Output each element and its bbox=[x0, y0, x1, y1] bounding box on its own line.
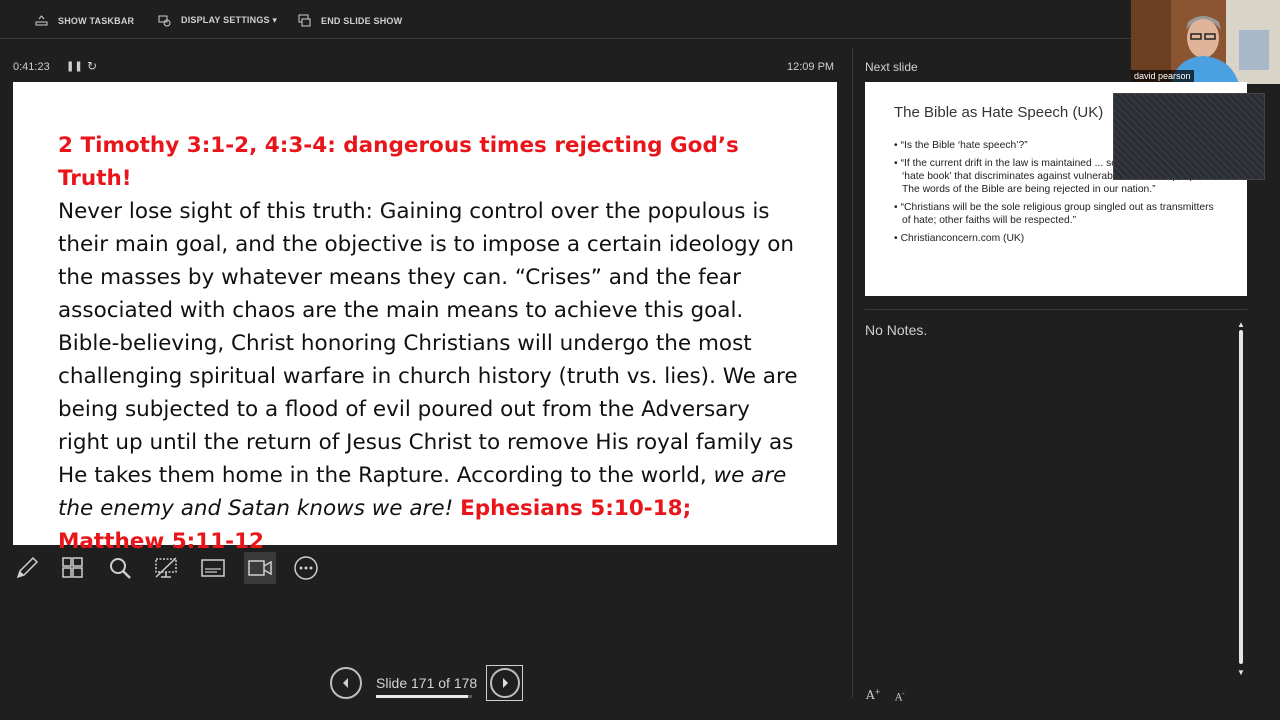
next-arrow-icon bbox=[502, 678, 508, 688]
end-show-icon bbox=[298, 14, 311, 27]
slide-progress-bar bbox=[376, 695, 472, 698]
restart-timer-icon[interactable]: ↻ bbox=[87, 59, 97, 73]
pause-timer-icon[interactable]: ❚❚ bbox=[66, 61, 83, 72]
current-slide[interactable]: 2 Timothy 3:1-2, 4:3-4: dangerous times … bbox=[13, 82, 837, 554]
taskbar-icon bbox=[35, 15, 48, 26]
next-slide-bullet: Christianconcern.com (UK) bbox=[894, 232, 1214, 245]
display-settings-label: DISPLAY SETTINGS ▾ bbox=[181, 15, 278, 25]
presenter-toolbar: SHOW TASKBAR DISPLAY SETTINGS ▾ END SLID… bbox=[0, 0, 1280, 39]
next-slide-bullet: “Christians will be the sole religious g… bbox=[894, 201, 1214, 227]
slide-heading: 2 Timothy 3:1-2, 4:3-4: dangerous times … bbox=[58, 133, 739, 191]
slide-counter[interactable]: Slide 171 of 178 bbox=[376, 675, 477, 691]
increase-font-icon[interactable]: A+ bbox=[866, 688, 881, 702]
next-slide-circle bbox=[489, 668, 520, 698]
show-taskbar-label: SHOW TASKBAR bbox=[58, 15, 135, 26]
clock: 12:09 PM bbox=[787, 61, 835, 73]
display-settings-button[interactable]: DISPLAY SETTINGS ▾ bbox=[158, 14, 277, 27]
end-slide-show-button[interactable]: END SLIDE SHOW bbox=[298, 14, 402, 27]
decrease-font-icon[interactable]: A- bbox=[895, 690, 905, 703]
next-slide-title: The Bible as Hate Speech (UK) bbox=[894, 104, 1104, 121]
see-all-slides-icon[interactable] bbox=[57, 552, 89, 584]
next-slide-label: Next slide bbox=[865, 60, 918, 74]
previous-arrow-icon bbox=[343, 678, 348, 688]
pen-icon[interactable] bbox=[11, 552, 43, 584]
show-taskbar-button[interactable]: SHOW TASKBAR bbox=[35, 14, 134, 27]
scroll-thumb[interactable] bbox=[1239, 330, 1243, 664]
slide-content: 2 Timothy 3:1-2, 4:3-4: dangerous times … bbox=[58, 129, 798, 558]
end-slide-show-label: END SLIDE SHOW bbox=[321, 15, 403, 26]
webcam-name-label: david pearson bbox=[1131, 70, 1194, 82]
scroll-down-icon[interactable]: ▼ bbox=[1237, 668, 1245, 677]
notes-separator bbox=[865, 309, 1247, 310]
display-settings-icon bbox=[158, 15, 171, 27]
elapsed-timer: 0:41:23 bbox=[13, 61, 50, 73]
more-options-icon[interactable] bbox=[290, 552, 322, 584]
video-overlay-panel bbox=[1113, 93, 1265, 180]
black-screen-icon[interactable] bbox=[150, 552, 182, 584]
previous-slide-button[interactable] bbox=[330, 667, 362, 699]
pane-divider[interactable] bbox=[852, 48, 853, 698]
slide-progress-fill bbox=[376, 695, 469, 698]
next-slide-button[interactable] bbox=[486, 665, 523, 701]
speaker-notes: No Notes. bbox=[865, 322, 928, 338]
subtitles-icon[interactable] bbox=[197, 552, 229, 584]
zoom-icon[interactable] bbox=[104, 552, 136, 584]
slide-body: Never lose sight of this truth: Gaining … bbox=[58, 199, 798, 488]
notes-scrollbar[interactable]: ▲ ▼ bbox=[1236, 320, 1246, 678]
camera-icon[interactable] bbox=[244, 552, 276, 584]
scroll-up-icon[interactable]: ▲ bbox=[1237, 320, 1245, 329]
